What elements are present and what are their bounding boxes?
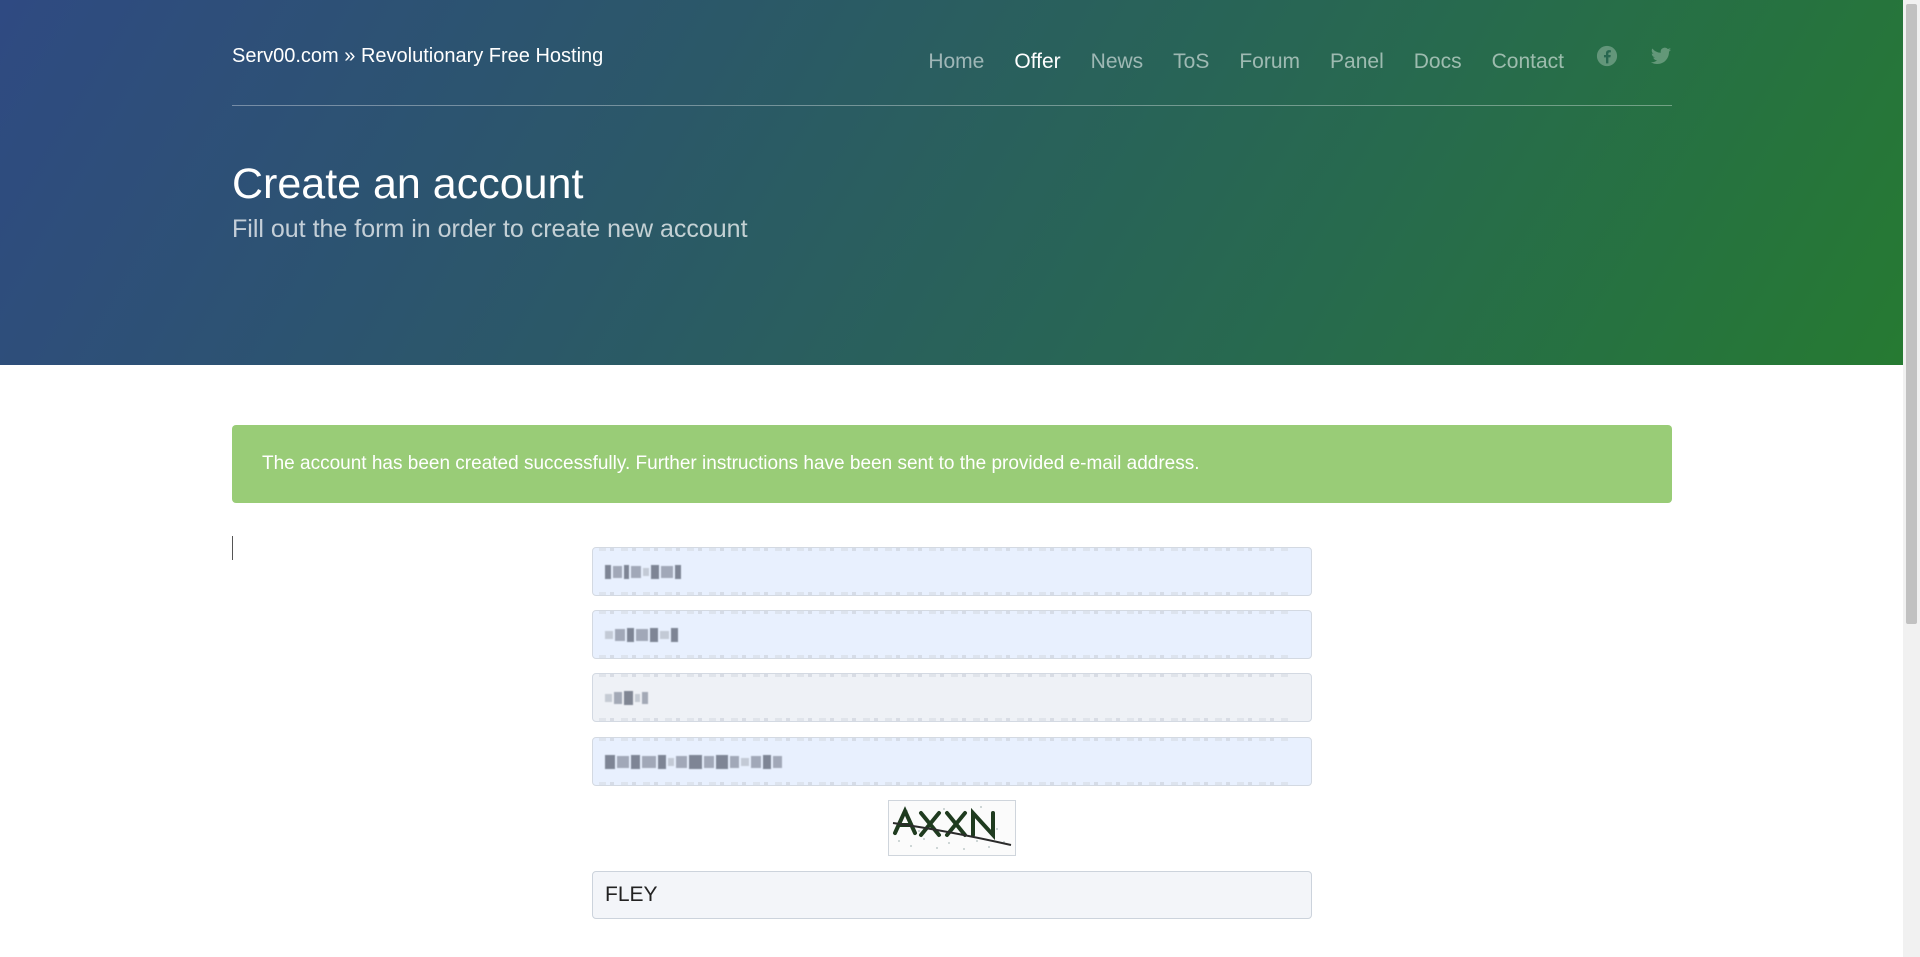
nav-link-tos[interactable]: ToS <box>1173 50 1209 74</box>
site-brand[interactable]: Serv00.com » Revolutionary Free Hosting <box>232 45 603 68</box>
redacted-value <box>605 753 782 771</box>
email-field[interactable] <box>592 737 1312 786</box>
nav-link-docs[interactable]: Docs <box>1414 50 1462 74</box>
page-subtitle: Fill out the form in order to create new… <box>232 215 748 243</box>
nav-link-contact[interactable]: Contact <box>1492 50 1564 74</box>
first-name-field[interactable] <box>592 610 1312 659</box>
nav-link-panel[interactable]: Panel <box>1330 50 1384 74</box>
nav-link-forum[interactable]: Forum <box>1239 50 1300 74</box>
header-divider <box>232 105 1672 106</box>
success-alert: The account has been created successfull… <box>232 425 1672 503</box>
last-name-field[interactable] <box>592 673 1312 722</box>
vertical-scrollbar[interactable] <box>1903 0 1920 957</box>
username-field[interactable] <box>592 547 1312 596</box>
scrollbar-thumb[interactable] <box>1906 4 1917 624</box>
hero-header: Serv00.com » Revolutionary Free Hosting … <box>0 0 1903 365</box>
facebook-icon[interactable] <box>1596 45 1618 67</box>
redacted-value <box>605 626 678 644</box>
header-container: Serv00.com » Revolutionary Free Hosting … <box>232 0 1672 365</box>
captcha-input[interactable] <box>592 871 1312 919</box>
redacted-value <box>605 563 681 581</box>
twitter-icon[interactable] <box>1650 45 1672 67</box>
page-title: Create an account <box>232 160 584 208</box>
text-caret <box>232 536 233 560</box>
redacted-value <box>605 689 648 707</box>
nav-link-home[interactable]: Home <box>928 50 984 74</box>
captcha-image <box>888 800 1016 856</box>
nav-link-offer[interactable]: Offer <box>1014 50 1060 74</box>
main-nav: Home Offer News ToS Forum Panel Docs Con… <box>898 45 1672 74</box>
nav-link-news[interactable]: News <box>1091 50 1144 74</box>
